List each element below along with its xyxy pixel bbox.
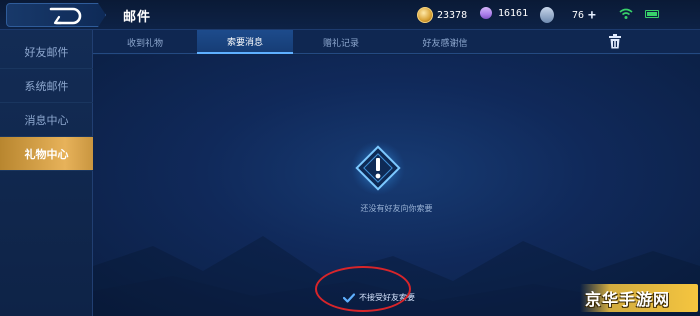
tab-gift-records[interactable]: 赠礼记录 [293, 30, 389, 54]
tab-label: 索要消息 [226, 37, 263, 48]
sidebar-item-label: 好友邮件 [24, 45, 69, 59]
ticket-icon [540, 7, 554, 23]
top-bar: 邮件 23378 16161 76 + [0, 0, 700, 30]
sidebar-item-label: 消息中心 [24, 113, 69, 127]
back-icon [49, 7, 82, 25]
trash-icon[interactable] [608, 34, 622, 49]
ticket-counter[interactable]: 76 + [540, 7, 596, 23]
coin-icon [417, 7, 433, 23]
sidebar-item-label: 礼物中心 [24, 147, 69, 161]
coin-value: 23378 [437, 9, 468, 21]
sidebar-item-system-mail[interactable]: 系统邮件 [0, 69, 93, 103]
annotation-circle [315, 266, 411, 312]
sidebar-item-friend-mail[interactable]: 好友邮件 [0, 35, 93, 69]
tab-thank-you-letters[interactable]: 好友感谢信 [389, 30, 501, 54]
watermark-text: 京华手游网 [585, 290, 671, 309]
diamond-value: 16161 [498, 7, 529, 19]
wifi-icon [619, 8, 633, 19]
ticket-value: 76 [572, 9, 585, 21]
diamond-counter: 16161 [477, 4, 529, 22]
empty-state-text: 还没有好友向你索要 [360, 204, 433, 213]
tab-received-gifts[interactable]: 收到礼物 [93, 30, 197, 54]
sidebar-item-label: 系统邮件 [24, 79, 69, 93]
alert-icon [351, 141, 405, 195]
back-button[interactable] [6, 3, 106, 27]
diamond-icon [477, 4, 495, 22]
tab-label: 好友感谢信 [422, 38, 468, 49]
page-title: 邮件 [123, 10, 152, 25]
sidebar-item-gift-center[interactable]: 礼物中心 [0, 137, 93, 171]
battery-icon [645, 10, 659, 18]
tab-label: 收到礼物 [126, 38, 163, 49]
coin-counter: 23378 [417, 7, 467, 23]
sidebar-item-message-center[interactable]: 消息中心 [0, 103, 93, 137]
plus-icon[interactable]: + [588, 8, 596, 23]
tab-request-messages[interactable]: 索要消息 [197, 30, 293, 54]
tab-label: 赠礼记录 [322, 38, 359, 49]
sidebar: 好友邮件 系统邮件 消息中心 礼物中心 [0, 30, 93, 316]
